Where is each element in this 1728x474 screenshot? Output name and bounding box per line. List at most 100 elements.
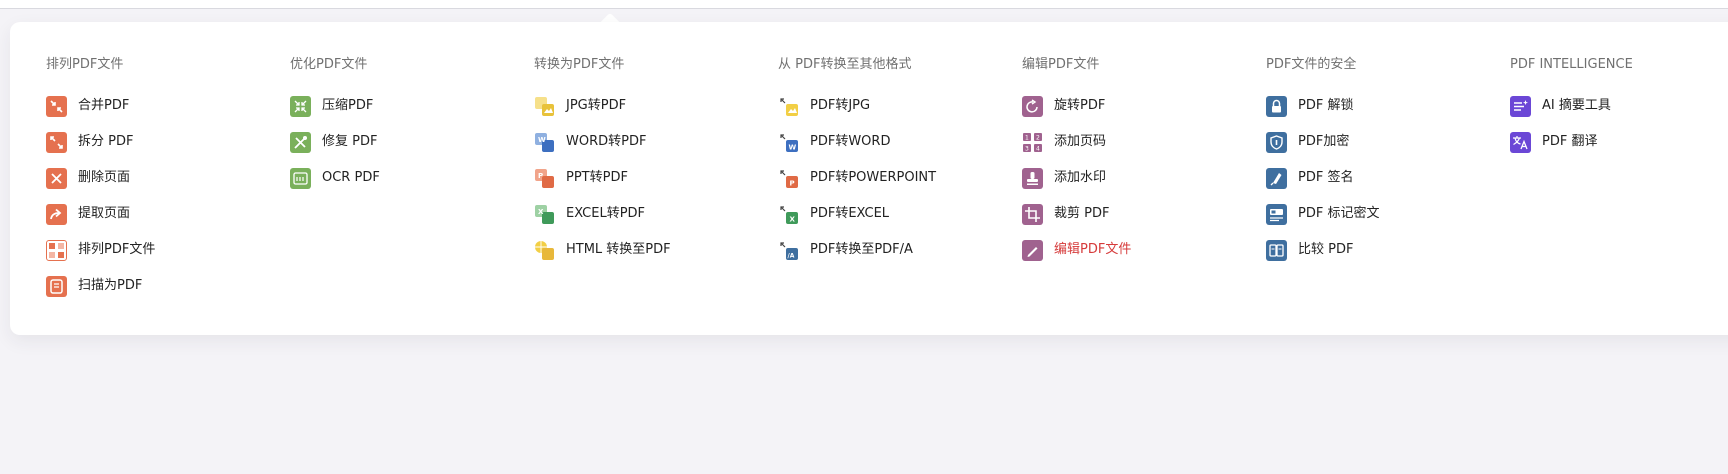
svg-text:P: P bbox=[790, 179, 795, 187]
column-title: 编辑PDF文件 bbox=[1022, 57, 1100, 72]
menu-item-merge-pdf[interactable]: 合并PDF bbox=[46, 94, 129, 118]
menu-item-remove-pages[interactable]: 删除页面 bbox=[46, 166, 130, 190]
menu-item-label: OCR PDF bbox=[322, 170, 380, 185]
menu-item-label: PDF加密 bbox=[1298, 134, 1350, 149]
menu-item-label: 旋转PDF bbox=[1054, 98, 1106, 113]
menu-item-label: AI 摘要工具 bbox=[1542, 98, 1611, 113]
pdf-to-pdfa-icon: /A bbox=[778, 240, 799, 261]
menu-item-label: PDF 签名 bbox=[1298, 170, 1354, 185]
svg-text:X: X bbox=[790, 215, 796, 223]
pdf-to-powerpoint-icon: P bbox=[778, 168, 799, 189]
menu-item-compare-pdf[interactable]: 比较 PDF bbox=[1266, 238, 1353, 262]
svg-text:W: W bbox=[789, 143, 797, 151]
column-title: 优化PDF文件 bbox=[290, 57, 368, 72]
menu-item-label: 提取页面 bbox=[78, 206, 131, 221]
page-numbers-icon: 1234 bbox=[1022, 131, 1043, 153]
menu-item-jpg-to-pdf[interactable]: JPG转PDF bbox=[534, 94, 626, 118]
menu-item-split-pdf[interactable]: 拆分 PDF bbox=[46, 130, 133, 154]
menu-item-pdf-to-powerpoint[interactable]: P PDF转POWERPOINT bbox=[778, 166, 936, 190]
menu-item-label: PDF转EXCEL bbox=[810, 206, 890, 221]
jpg-to-pdf-icon bbox=[534, 96, 555, 117]
menu-item-label: PDF转WORD bbox=[810, 134, 891, 149]
column-title: 转换为PDF文件 bbox=[534, 57, 625, 72]
menu-item-redact-pdf[interactable]: PDF 标记密文 bbox=[1266, 202, 1379, 226]
menu-item-add-page-numbers[interactable]: 1234 添加页码 bbox=[1022, 130, 1106, 154]
menu-item-add-watermark[interactable]: 添加水印 bbox=[1022, 166, 1106, 190]
svg-text:X: X bbox=[538, 208, 544, 216]
column-title: PDF文件的安全 bbox=[1266, 57, 1357, 72]
compress-icon bbox=[290, 95, 311, 117]
menu-item-label: PDF 标记密文 bbox=[1298, 206, 1380, 221]
sign-pen-icon bbox=[1266, 167, 1287, 189]
html-to-pdf-icon bbox=[534, 240, 555, 261]
svg-text:2: 2 bbox=[1036, 134, 1040, 141]
menu-item-word-to-pdf[interactable]: W WORD转PDF bbox=[534, 130, 646, 154]
menu-item-edit-pdf[interactable]: 编辑PDF文件 bbox=[1022, 238, 1131, 262]
menu-item-label: 拆分 PDF bbox=[78, 134, 134, 149]
menu-item-label: 添加水印 bbox=[1054, 170, 1107, 185]
repair-icon bbox=[290, 131, 311, 153]
svg-text:1: 1 bbox=[1025, 134, 1029, 141]
menu-item-label: JPG转PDF bbox=[566, 98, 627, 113]
menu-item-label: PDF转换至PDF/A bbox=[810, 242, 913, 257]
svg-text:W: W bbox=[538, 136, 546, 144]
menu-item-ppt-to-pdf[interactable]: P PPT转PDF bbox=[534, 166, 628, 190]
menu-item-label: 添加页码 bbox=[1054, 134, 1107, 149]
svg-text:/A: /A bbox=[788, 252, 795, 259]
column-title: 从 PDF转换至其他格式 bbox=[778, 57, 912, 72]
menu-item-repair-pdf[interactable]: 修复 PDF bbox=[290, 130, 377, 154]
menu-item-label: 扫描为PDF bbox=[78, 278, 143, 293]
translate-icon bbox=[1510, 131, 1531, 153]
menu-item-unlock-pdf[interactable]: PDF 解锁 bbox=[1266, 94, 1353, 118]
redact-icon bbox=[1266, 203, 1287, 225]
menu-item-label: PDF转JPG bbox=[810, 98, 871, 113]
pdf-to-word-icon: W bbox=[778, 132, 799, 153]
menu-item-extract-pages[interactable]: 提取页面 bbox=[46, 202, 130, 226]
menu-item-label: 删除页面 bbox=[78, 170, 131, 185]
excel-to-pdf-icon: X bbox=[534, 204, 555, 225]
svg-text:3: 3 bbox=[1025, 145, 1029, 152]
menu-item-crop-pdf[interactable]: 裁剪 PDF bbox=[1022, 202, 1109, 226]
ocr-icon bbox=[290, 167, 311, 189]
column-title: 排列PDF文件 bbox=[46, 57, 124, 72]
menu-item-protect-pdf[interactable]: PDF加密 bbox=[1266, 130, 1349, 154]
menu-item-label: HTML 转换至PDF bbox=[566, 242, 671, 257]
ppt-to-pdf-icon: P bbox=[534, 168, 555, 189]
split-icon bbox=[46, 131, 67, 153]
watermark-icon bbox=[1022, 167, 1043, 189]
menu-item-label: 编辑PDF文件 bbox=[1054, 242, 1132, 257]
menu-item-label: 合并PDF bbox=[78, 98, 130, 113]
remove-icon bbox=[46, 167, 67, 189]
menu-item-pdf-to-pdfa[interactable]: /A PDF转换至PDF/A bbox=[778, 238, 913, 262]
menu-item-label: WORD转PDF bbox=[566, 134, 647, 149]
merge-icon bbox=[46, 95, 67, 117]
menu-item-excel-to-pdf[interactable]: X EXCEL转PDF bbox=[534, 202, 645, 226]
edit-pencil-icon bbox=[1022, 239, 1043, 261]
scan-icon bbox=[46, 275, 67, 297]
crop-icon bbox=[1022, 203, 1043, 225]
ai-summary-icon bbox=[1510, 95, 1531, 117]
menu-item-html-to-pdf[interactable]: HTML 转换至PDF bbox=[534, 238, 671, 262]
tools-dropdown-panel: 排列PDF文件 合并PDF 拆分 PDF 删除页面 提取页面 排列PDF文件 扫… bbox=[10, 22, 1728, 335]
menu-item-pdf-to-word[interactable]: W PDF转WORD bbox=[778, 130, 890, 154]
compare-icon bbox=[1266, 239, 1287, 261]
menu-item-scan-to-pdf[interactable]: 扫描为PDF bbox=[46, 274, 142, 298]
pdf-to-excel-icon: X bbox=[778, 204, 799, 225]
svg-text:P: P bbox=[538, 172, 543, 180]
unlock-icon bbox=[1266, 95, 1287, 117]
menu-item-compress-pdf[interactable]: 压缩PDF bbox=[290, 94, 373, 118]
top-bar bbox=[0, 0, 1728, 9]
menu-item-rotate-pdf[interactable]: 旋转PDF bbox=[1022, 94, 1105, 118]
menu-item-sign-pdf[interactable]: PDF 签名 bbox=[1266, 166, 1353, 190]
menu-item-label: 压缩PDF bbox=[322, 98, 374, 113]
menu-item-label: 修复 PDF bbox=[322, 134, 378, 149]
menu-item-translate-pdf[interactable]: PDF 翻译 bbox=[1510, 130, 1597, 154]
extract-icon bbox=[46, 203, 67, 225]
menu-item-pdf-to-jpg[interactable]: PDF转JPG bbox=[778, 94, 870, 118]
word-to-pdf-icon: W bbox=[534, 132, 555, 153]
menu-item-label: 裁剪 PDF bbox=[1054, 206, 1110, 221]
menu-item-organize-pdf[interactable]: 排列PDF文件 bbox=[46, 238, 155, 262]
menu-item-ai-summarizer[interactable]: AI 摘要工具 bbox=[1510, 94, 1611, 118]
menu-item-pdf-to-excel[interactable]: X PDF转EXCEL bbox=[778, 202, 889, 226]
menu-item-ocr-pdf[interactable]: OCR PDF bbox=[290, 166, 380, 190]
